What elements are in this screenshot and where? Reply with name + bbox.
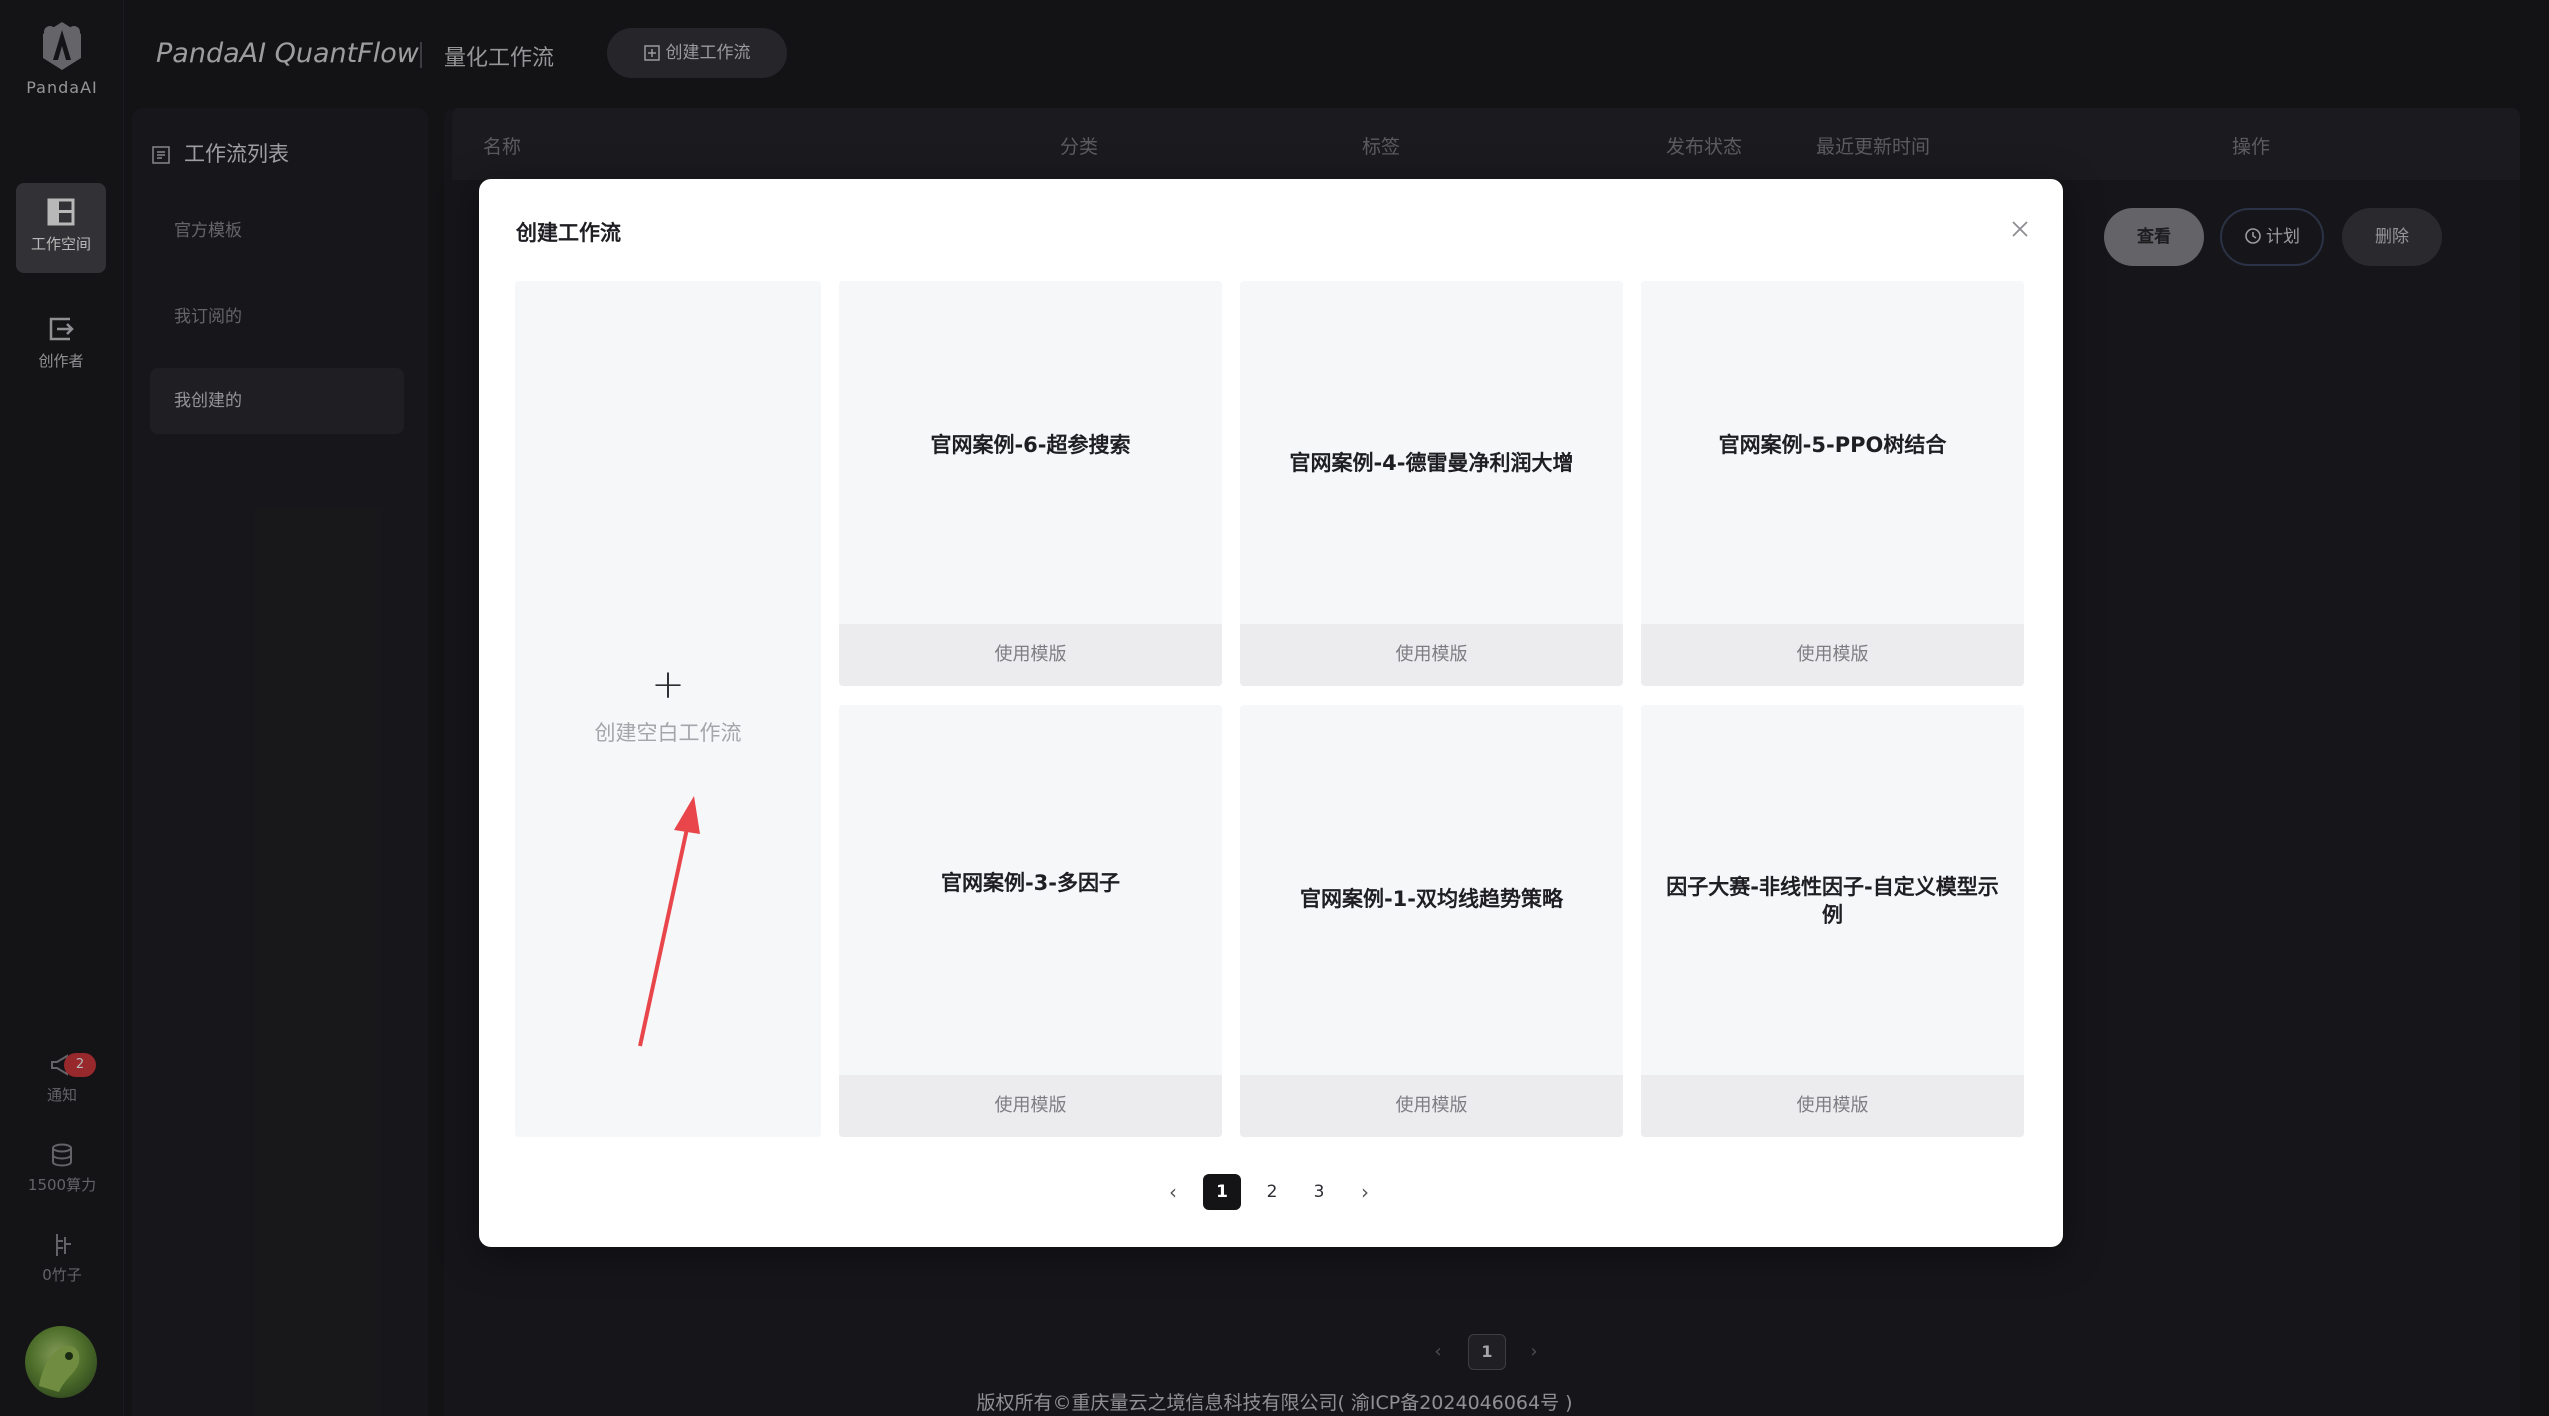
template-title: 官网案例-3-多因子 xyxy=(940,871,1121,895)
plus-icon: + xyxy=(651,662,685,708)
use-template-button[interactable]: 使用模版 xyxy=(839,1075,1222,1137)
use-template-button[interactable]: 使用模版 xyxy=(1240,1075,1623,1137)
modal-pager-next-icon[interactable]: › xyxy=(1355,1180,1375,1204)
template-title: 官网案例-5-PPO树结合 xyxy=(1718,433,1947,457)
template-card[interactable]: 官网案例-4-德雷曼净利润大增 使用模版 xyxy=(1240,281,1623,686)
create-blank-label: 创建空白工作流 xyxy=(594,721,742,745)
template-title: 官网案例-6-超参搜索 xyxy=(930,433,1131,457)
template-card[interactable]: 官网案例-6-超参搜索 使用模版 xyxy=(839,281,1222,686)
use-template-button[interactable]: 使用模版 xyxy=(1641,624,2024,686)
modal-title: 创建工作流 xyxy=(516,221,621,245)
template-card[interactable]: 官网案例-1-双均线趋势策略 使用模版 xyxy=(1240,705,1623,1137)
modal-close-button[interactable] xyxy=(2008,217,2032,241)
modal-pager-page-2[interactable]: 2 xyxy=(1260,1174,1284,1210)
template-title: 因子大赛-非线性因子-自定义模型示例 xyxy=(1666,875,1999,927)
template-title: 官网案例-1-双均线趋势策略 xyxy=(1299,887,1564,911)
use-template-button[interactable]: 使用模版 xyxy=(1240,624,1623,686)
use-template-button[interactable]: 使用模版 xyxy=(839,624,1222,686)
template-card[interactable]: 因子大赛-非线性因子-自定义模型示例 使用模版 xyxy=(1641,705,2024,1137)
annotation-arrow-icon xyxy=(638,796,700,1047)
use-template-button[interactable]: 使用模版 xyxy=(1641,1075,2024,1137)
modal-pager-page-3[interactable]: 3 xyxy=(1307,1174,1331,1210)
close-icon xyxy=(2012,221,2028,237)
modal-pager-page-1[interactable]: 1 xyxy=(1203,1174,1241,1210)
template-card[interactable]: 官网案例-3-多因子 使用模版 xyxy=(839,705,1222,1137)
template-card[interactable]: 官网案例-5-PPO树结合 使用模版 xyxy=(1641,281,2024,686)
modal-pager-prev-icon[interactable]: ‹ xyxy=(1163,1180,1183,1204)
template-title: 官网案例-4-德雷曼净利润大增 xyxy=(1289,451,1574,475)
